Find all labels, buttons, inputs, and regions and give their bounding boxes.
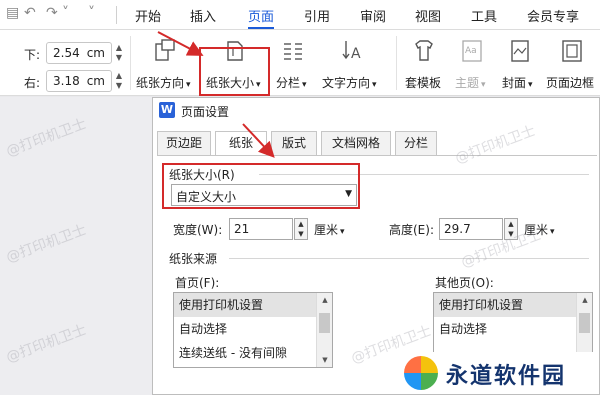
brand-logo-icon [404, 356, 438, 390]
arrow-to-paper-tab [242, 123, 275, 158]
arrow-to-paper-size-button [157, 31, 204, 56]
annotation-arrows [157, 31, 275, 158]
brand-name: 永道软件园 [446, 364, 567, 389]
site-branding: 永道软件园 [398, 352, 598, 394]
